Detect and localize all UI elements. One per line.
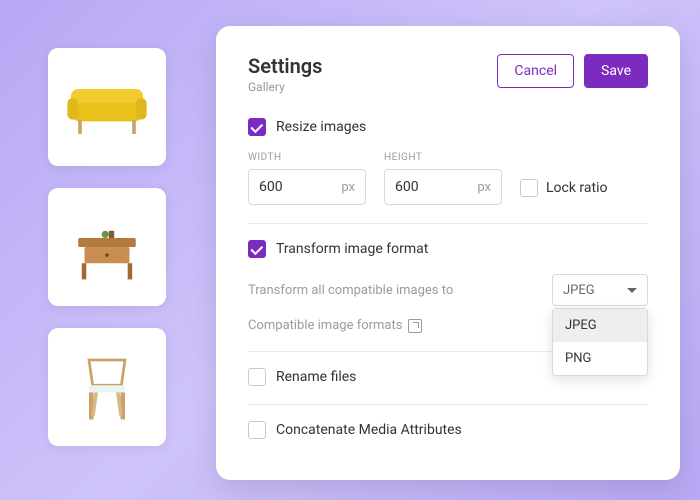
chair-thumbnail[interactable] [48,328,166,446]
format-option-png[interactable]: PNG [553,342,647,375]
panel-title: Settings [248,54,322,78]
width-value: 600 [259,179,283,195]
format-select[interactable]: JPEG [552,274,648,306]
format-select-value: JPEG [563,283,595,298]
resize-images-label: Resize images [276,119,366,135]
format-option-jpeg[interactable]: JPEG [553,309,647,342]
concatenate-attributes-label: Concatenate Media Attributes [276,422,462,438]
save-button[interactable]: Save [584,54,648,88]
rename-files-checkbox[interactable] [248,368,266,386]
chair-icon [62,342,152,432]
settings-panel: Settings Gallery Cancel Save Resize imag… [216,26,680,480]
concatenate-attributes-checkbox[interactable] [248,421,266,439]
sofa-icon [62,62,152,152]
panel-header: Settings Gallery Cancel Save [248,54,648,94]
lock-ratio-label: Lock ratio [546,180,607,196]
transform-format-label: Transform image format [276,241,428,257]
height-value: 600 [395,179,419,195]
compatible-formats-label: Compatible image formats [248,318,402,333]
rename-files-label: Rename files [276,369,356,385]
transform-format-checkbox[interactable] [248,240,266,258]
chevron-down-icon [627,288,637,293]
divider [248,223,648,224]
cancel-button[interactable]: Cancel [497,54,574,88]
height-input[interactable]: 600 px [384,169,502,205]
transform-to-label: Transform all compatible images to [248,283,453,298]
side-table-icon [62,202,152,292]
height-label: HEIGHT [384,152,502,163]
height-unit: px [477,180,491,195]
width-label: WIDTH [248,152,366,163]
width-input[interactable]: 600 px [248,169,366,205]
sofa-thumbnail[interactable] [48,48,166,166]
lock-ratio-checkbox[interactable] [520,179,538,197]
width-unit: px [341,180,355,195]
side-table-thumbnail[interactable] [48,188,166,306]
format-dropdown: JPEG PNG [552,308,648,376]
divider [248,404,648,405]
panel-subtitle: Gallery [248,80,322,94]
resize-images-checkbox[interactable] [248,118,266,136]
external-link-icon[interactable] [408,319,422,333]
thumbnail-sidebar [48,48,166,446]
